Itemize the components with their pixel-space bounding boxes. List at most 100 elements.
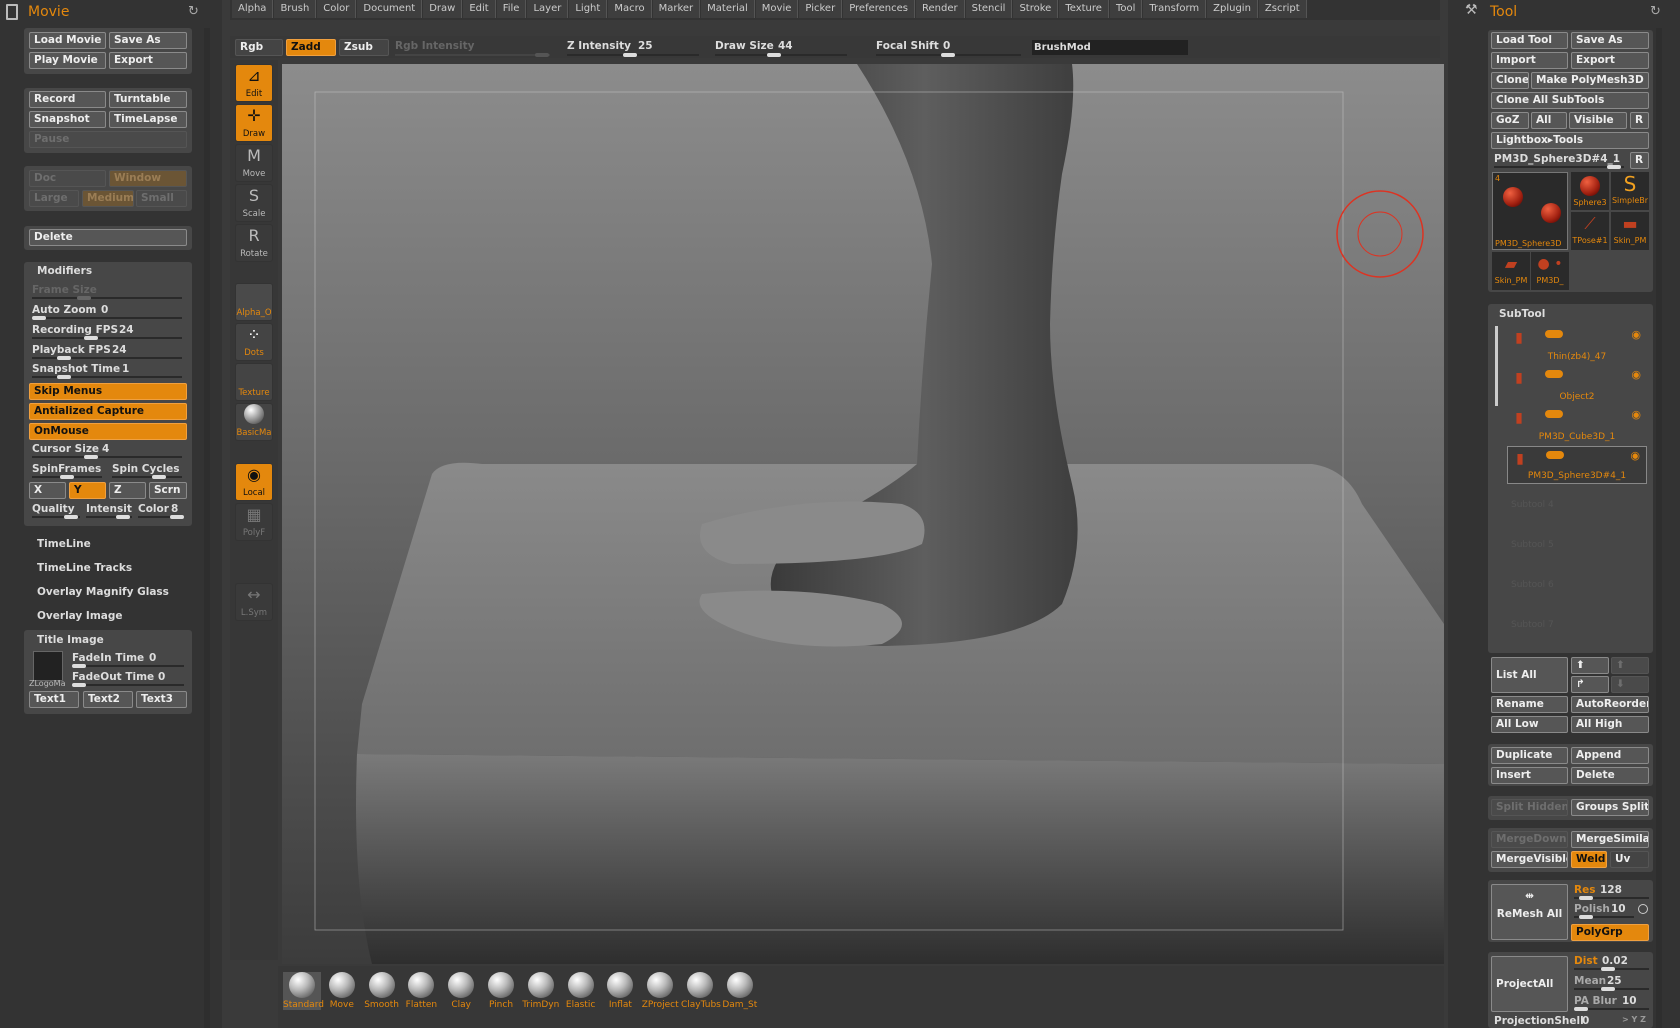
quality-label[interactable]: Quality	[32, 503, 75, 515]
brush-claytubs[interactable]: ClayTubs	[681, 972, 721, 1010]
dist-label[interactable]: Dist	[1574, 955, 1598, 967]
tool-thumb-pm[interactable]: ● • PM3D_	[1531, 252, 1569, 290]
duplicate-button[interactable]: Duplicate	[1491, 747, 1568, 764]
menu-material[interactable]: Material	[701, 0, 755, 18]
scale-button[interactable]: S Scale	[235, 184, 273, 222]
groups-split-button[interactable]: Groups Split	[1571, 799, 1649, 816]
subtool-toggle-icon[interactable]	[1545, 330, 1563, 338]
visibility-eye-icon[interactable]: ◉	[1631, 368, 1641, 381]
mean-label[interactable]: Mean	[1574, 975, 1606, 987]
pause-button[interactable]: Pause	[29, 131, 187, 148]
snapshot-button[interactable]: Snapshot	[29, 111, 106, 128]
subtool-scrollbar[interactable]	[1495, 326, 1498, 406]
fadeout-slider[interactable]	[72, 683, 184, 687]
spin-cycles-slider[interactable]	[112, 475, 182, 479]
move-down-button[interactable]: ⬇	[1611, 676, 1649, 693]
r-button[interactable]: R	[1630, 112, 1649, 129]
polygrp-toggle[interactable]: PolyGrp	[1571, 924, 1649, 941]
canvas-viewport[interactable]	[282, 64, 1444, 964]
spinframes-slider[interactable]	[32, 475, 102, 479]
material-button[interactable]: BasicMa	[235, 403, 273, 441]
weld-toggle[interactable]: Weld	[1571, 851, 1607, 868]
merge-visible-button[interactable]: MergeVisible	[1491, 851, 1568, 868]
cursor-size-label[interactable]: Cursor Size	[32, 443, 99, 455]
res-slider[interactable]	[1574, 896, 1649, 900]
focal-shift-slider[interactable]	[876, 53, 1021, 57]
move-button[interactable]: M Move	[235, 144, 273, 182]
subtool-title[interactable]: SubTool	[1499, 308, 1545, 320]
title-image-header[interactable]: Title Image	[37, 634, 104, 646]
res-label[interactable]: Res	[1574, 884, 1595, 896]
menu-macro[interactable]: Macro	[608, 0, 652, 18]
play-movie-button[interactable]: Play Movie	[29, 52, 106, 69]
goz-button[interactable]: GoZ	[1491, 112, 1529, 129]
autoreorder-button[interactable]: AutoReorder	[1571, 696, 1649, 713]
clone-button[interactable]: Clone	[1491, 72, 1529, 89]
rgb-intensity-slider[interactable]	[395, 53, 550, 57]
edit-button[interactable]: ⊿ Edit	[235, 64, 273, 102]
intensity-slider[interactable]	[86, 515, 132, 519]
menu-preferences[interactable]: Preferences	[843, 0, 916, 18]
color-label[interactable]: Color	[138, 503, 169, 515]
tool-thumb-skin[interactable]: ▬ Skin_PM	[1611, 212, 1649, 250]
insert-button[interactable]: Insert	[1491, 767, 1568, 784]
menu-file[interactable]: File	[496, 0, 527, 18]
text2-button[interactable]: Text2	[83, 691, 133, 708]
pa-blur-label[interactable]: PA Blur	[1574, 995, 1617, 1007]
menu-picker[interactable]: Picker	[799, 0, 843, 18]
brush-elastic[interactable]: Elastic	[562, 972, 600, 1010]
current-tool-name[interactable]: PM3D_Sphere3D#4_1	[1494, 153, 1624, 165]
focal-shift-label[interactable]: Focal Shift	[876, 40, 939, 52]
make-polymesh-button[interactable]: Make PolyMesh3D	[1531, 72, 1649, 89]
antialized-capture-toggle[interactable]: Antialized Capture	[29, 403, 187, 420]
brush-standard[interactable]: Standard	[283, 972, 324, 1010]
lightbox-tools-button[interactable]: Lightbox▸Tools	[1491, 132, 1649, 149]
subtool-row[interactable]: ▮ ◉ PM3D_Sphere3D#4_1	[1507, 446, 1647, 484]
move-up-disabled-button[interactable]: ⬆	[1611, 657, 1649, 674]
load-movie-button[interactable]: Load Movie	[29, 32, 106, 49]
visibility-eye-icon[interactable]: ◉	[1631, 328, 1641, 341]
menu-stroke[interactable]: Stroke	[1013, 0, 1059, 18]
delete-button[interactable]: Delete	[29, 229, 187, 246]
overlay-magnify-section[interactable]: Overlay Magnify Glass	[37, 586, 169, 598]
title-image-thumbnail[interactable]	[33, 651, 63, 681]
merge-similar-button[interactable]: MergeSimilar	[1571, 831, 1649, 848]
subtool-toggle-icon[interactable]	[1545, 370, 1563, 378]
tool-thumb-sphere[interactable]: Sphere3	[1571, 172, 1609, 210]
fadein-slider[interactable]	[72, 664, 184, 668]
tool-thumb-main[interactable]: 4 PM3D_Sphere3D	[1492, 172, 1568, 250]
menu-marker[interactable]: Marker	[652, 0, 701, 18]
lsym-button[interactable]: ↔ L.Sym	[235, 583, 273, 621]
polish-circle-icon[interactable]	[1638, 904, 1648, 914]
import-button[interactable]: Import	[1491, 52, 1568, 69]
auto-zoom-slider[interactable]	[32, 316, 182, 320]
visibility-eye-icon[interactable]: ◉	[1631, 408, 1641, 421]
menu-zplugin[interactable]: Zplugin	[1207, 0, 1258, 18]
onmouse-toggle[interactable]: OnMouse	[29, 423, 187, 440]
zsub-toggle[interactable]: Zsub	[339, 39, 389, 56]
r2-button[interactable]: R	[1630, 152, 1649, 169]
tool-save-as-button[interactable]: Save As	[1571, 32, 1649, 49]
stroke-button[interactable]: ⁘ Dots	[235, 323, 273, 361]
tool-export-button[interactable]: Export	[1571, 52, 1649, 69]
subtool-row[interactable]: ▮ ◉ PM3D_Cube3D_1	[1507, 406, 1647, 444]
cursor-size-slider[interactable]	[32, 455, 182, 459]
menu-brush[interactable]: Brush	[274, 0, 317, 18]
menu-texture[interactable]: Texture	[1059, 0, 1109, 18]
doc-button[interactable]: Doc	[29, 170, 106, 187]
draw-size-slider[interactable]	[715, 53, 847, 57]
spin-cycles-label[interactable]: Spin Cycles	[112, 463, 180, 475]
tool-thumb-skin2[interactable]: ▰ Skin_PM	[1492, 252, 1530, 290]
polish-label[interactable]: Polish	[1574, 903, 1610, 915]
intensity-label[interactable]: Intensit	[86, 503, 132, 515]
menu-zscript[interactable]: Zscript	[1258, 0, 1307, 18]
brushmod-field[interactable]: BrushMod	[1032, 40, 1188, 55]
rgb-intensity-label[interactable]: Rgb Intensity	[395, 40, 474, 52]
uv-toggle[interactable]: Uv	[1610, 851, 1649, 868]
window-button[interactable]: Window	[109, 170, 187, 187]
brush-move[interactable]: Move	[323, 972, 361, 1010]
clone-all-subtools-button[interactable]: Clone All SubTools	[1491, 92, 1649, 109]
menu-stencil[interactable]: Stencil	[965, 0, 1013, 18]
append-button[interactable]: Append	[1571, 747, 1649, 764]
alpha-button[interactable]: Alpha_O	[235, 283, 273, 321]
